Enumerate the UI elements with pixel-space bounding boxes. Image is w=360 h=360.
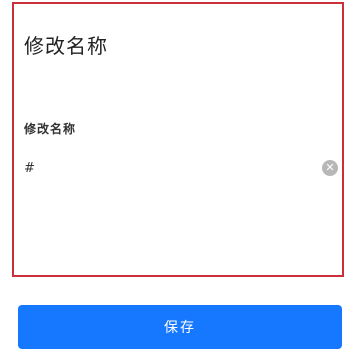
save-button[interactable]: 保存 (18, 305, 342, 349)
name-input[interactable] (24, 154, 294, 182)
edit-name-panel: 修改名称 修改名称 ✕ (12, 2, 344, 277)
name-field-label: 修改名称 (24, 122, 77, 136)
clear-icon[interactable]: ✕ (322, 160, 338, 176)
name-input-row: ✕ (24, 154, 338, 182)
page-title: 修改名称 (24, 34, 108, 58)
